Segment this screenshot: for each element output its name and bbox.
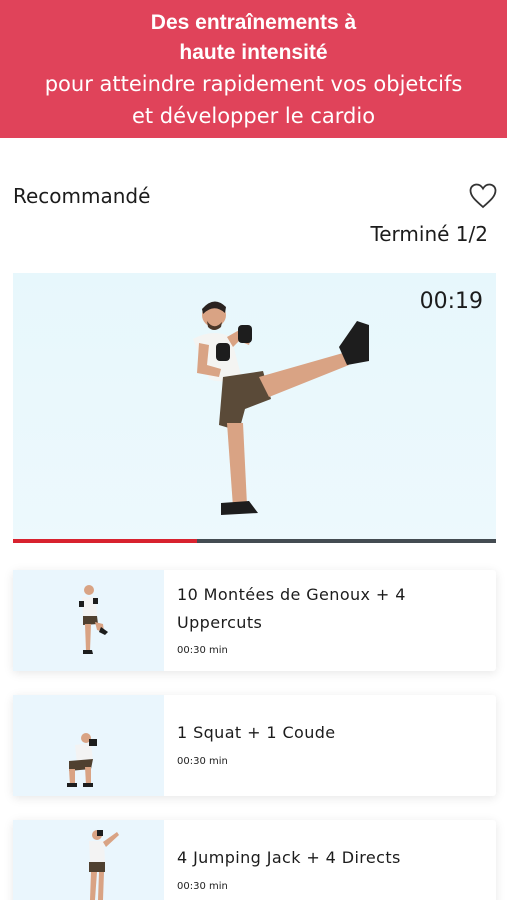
exercise-duration: 00:30 min	[177, 756, 228, 767]
exercise-name: 10 Montées de Genoux + 4 Uppercuts	[177, 585, 406, 632]
banner-subtitle-line-2: et développer le cardio	[131, 104, 376, 128]
exercise-card-squat-elbow[interactable]: 1 Squat + 1 Coude 00:30 min	[13, 695, 496, 796]
exercise-name: 4 Jumping Jack + 4 Directs	[177, 848, 401, 867]
exercise-progress-fill	[13, 539, 197, 543]
banner-title-line-2: haute intensité	[179, 41, 328, 64]
completion-counter: Terminé 1/2	[370, 222, 488, 246]
exercise-duration: 00:30 min	[177, 881, 228, 892]
exercise-duration: 00:30 min	[177, 645, 228, 656]
banner-title-line-1: Des entraînements à	[150, 11, 357, 34]
athlete-squat-image	[67, 733, 97, 787]
athlete-knee-image	[79, 585, 108, 654]
banner-subtitle-line-1: pour atteindre rapidement vos objetcifs	[44, 72, 463, 96]
exercise-thumbnail	[13, 695, 164, 796]
section-title: Recommandé	[13, 184, 151, 208]
exercise-video-player[interactable]: 00:19	[13, 273, 496, 543]
header-banner: Des entraînements à haute intensité pour…	[0, 0, 507, 138]
heart-icon[interactable]	[469, 183, 497, 209]
exercise-thumbnail	[13, 570, 164, 671]
exercise-progress-track	[13, 539, 496, 543]
exercise-name: 1 Squat + 1 Coude	[177, 723, 336, 742]
exercise-card-jumping-jack-directs[interactable]: 4 Jumping Jack + 4 Directs 00:30 min	[13, 820, 496, 900]
exercise-thumbnail	[13, 820, 164, 900]
exercise-timer: 00:19	[419, 289, 483, 314]
athlete-jumping-jack-image	[89, 830, 119, 900]
exercise-card-knees-uppercuts[interactable]: 10 Montées de Genoux + 4 Uppercuts 00:30…	[13, 570, 496, 671]
